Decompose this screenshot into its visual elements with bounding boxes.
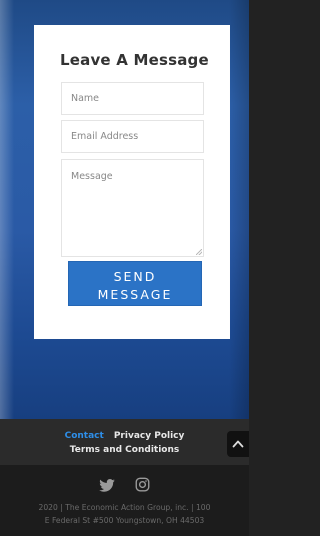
form-title: Leave A Message	[60, 51, 209, 69]
twitter-icon[interactable]	[99, 477, 116, 496]
footer-menu-bar: Contact Privacy Policy Terms and Conditio…	[0, 419, 249, 465]
name-placeholder: Name	[71, 93, 100, 104]
social-icons	[0, 476, 249, 496]
bottom-bar: 2020 | The Economic Action Group, inc. |…	[0, 465, 249, 536]
message-placeholder: Message	[71, 171, 113, 182]
instagram-icon[interactable]	[135, 477, 150, 496]
copyright-line1: 2020 | The Economic Action Group, inc. |…	[38, 503, 211, 512]
message-field[interactable]: Message	[61, 159, 204, 257]
chevron-up-icon	[232, 440, 244, 448]
footer-link-contact[interactable]: Contact	[65, 431, 104, 441]
send-label-line2: MESSAGE	[97, 286, 173, 302]
resize-handle[interactable]	[196, 249, 202, 255]
hero-background: Leave A Message Name Email Address Messa…	[0, 0, 249, 419]
email-field[interactable]: Email Address	[61, 120, 204, 153]
contact-form-card: Leave A Message Name Email Address Messa…	[34, 25, 230, 339]
email-placeholder: Email Address	[71, 131, 139, 142]
footer-link-privacy-policy[interactable]: Privacy Policy	[114, 431, 185, 441]
scroll-to-top-button[interactable]	[227, 431, 249, 457]
send-message-button[interactable]: SEND MESSAGE	[68, 261, 202, 306]
copyright-text: 2020 | The Economic Action Group, inc. |…	[0, 501, 249, 527]
name-field[interactable]: Name	[61, 82, 204, 115]
footer-link-terms-and-conditions[interactable]: Terms and Conditions	[70, 445, 179, 455]
footer-links: Contact Privacy Policy Terms and Conditio…	[0, 429, 249, 457]
copyright-line2: E Federal St #500 Youngstown, OH 44503	[44, 516, 205, 525]
send-label-line1: SEND	[113, 268, 157, 284]
